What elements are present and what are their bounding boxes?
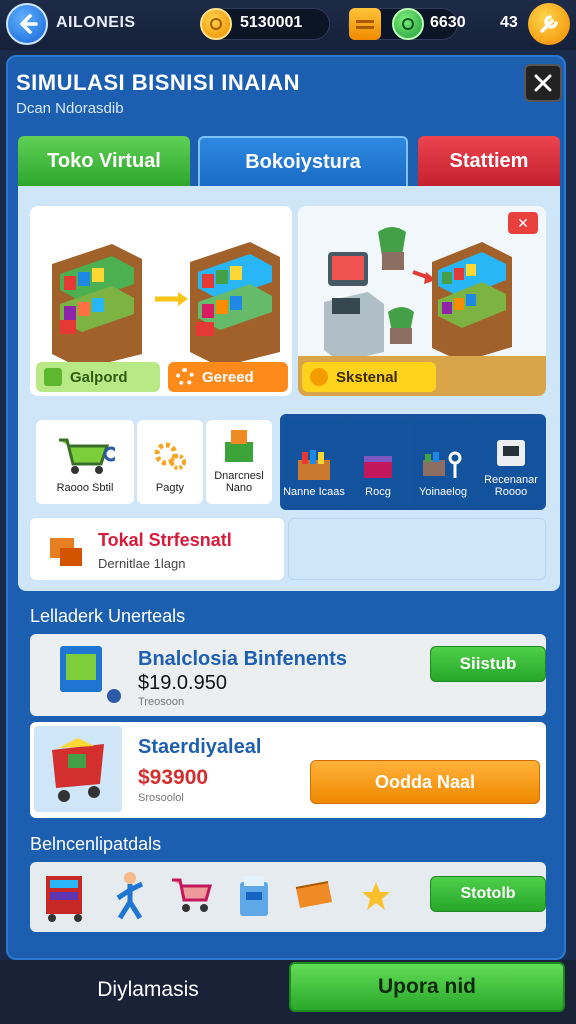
item-label-2: Pagty <box>155 482 185 494</box>
bottom-primary-button[interactable]: Upora nid <box>289 962 565 1012</box>
wrench-icon <box>540 15 558 33</box>
level-value: 43 <box>500 14 518 31</box>
item-card-3[interactable]: Dnarcnesl Nano <box>206 420 272 504</box>
row1-button[interactable]: Siistub <box>430 646 546 682</box>
gears-icon <box>154 442 186 470</box>
dark-item-3[interactable]: Yoinaelog <box>410 418 476 508</box>
box-icon <box>225 430 253 462</box>
leaderboard-row-1: Bnalclosia Binfenents $19.0.950 Treosoon… <box>30 634 546 716</box>
dark-item-label-2: Rocg <box>365 486 391 498</box>
cart-icon <box>59 438 115 474</box>
dark-item-4[interactable]: Recenanar Roooo <box>478 418 544 508</box>
row2-thumb <box>34 726 122 812</box>
dark-item-1[interactable]: Nanne Icaas <box>282 418 346 508</box>
register-small-icon <box>240 876 268 916</box>
scanner-icon <box>497 440 525 466</box>
close-icon <box>534 74 552 92</box>
monitor-icon <box>60 646 121 703</box>
dark-item-label-4: Recenanar Roooo <box>484 474 538 498</box>
row1-title: Bnalclosia Binfenents <box>138 648 347 670</box>
tools-icon <box>423 451 462 478</box>
belnscen-heading: Belncenlipatdals <box>30 834 162 854</box>
cart-small-icon <box>172 878 212 912</box>
total-title: Tokal Strfesnatl <box>98 530 232 550</box>
belnscen-button[interactable]: Stotolb <box>430 876 546 912</box>
item-label-1: Raooo Sbtil <box>56 482 114 494</box>
row2-title: Staerdiyaleal <box>138 736 262 758</box>
dark-item-label-3: Yoinaelog <box>419 486 467 498</box>
page-subtitle: Dcan Ndorasdib <box>16 100 124 117</box>
app-name: AILONEIS <box>56 14 136 31</box>
skstenal-label: Skstenal <box>336 368 398 386</box>
row2-note: Srosoolol <box>138 792 184 804</box>
store-card-right: ✕ Skstenal <box>298 206 546 396</box>
leaf-icon <box>44 368 62 386</box>
crate-icon <box>298 450 330 480</box>
total-subtitle: Dernitlae 1lagn <box>98 556 186 571</box>
row2-price: $93900 <box>138 766 209 789</box>
crate-small-icon <box>295 881 332 908</box>
top-bar: AILONEIS 5130001 6630 43 <box>0 0 576 50</box>
close-button[interactable] <box>524 64 562 102</box>
page-title: SIMULASI BISNISI INAIAN <box>16 70 301 95</box>
galpord-label: Galpord <box>70 368 128 386</box>
item-card-1[interactable]: Raooo Sbtil <box>36 420 134 504</box>
item-card-2[interactable]: Pagty <box>137 420 203 504</box>
worker-icon <box>116 872 144 920</box>
back-button[interactable] <box>6 3 48 45</box>
tickets-value: 6630 <box>430 14 466 31</box>
tab-toko-virtual[interactable]: Toko Virtual <box>18 136 190 186</box>
leaderboard-heading: Lelladerk Unerteals <box>30 606 186 626</box>
shelf-cart-icon <box>46 876 82 922</box>
tab-stattiem[interactable]: Stattiem <box>418 136 560 186</box>
row2-button[interactable]: Oodda Naal <box>310 760 540 804</box>
star-icon <box>362 882 390 910</box>
store-card-left: Galpord Gereed <box>30 206 292 396</box>
chest-icon[interactable] <box>349 8 381 40</box>
empty-slot <box>288 518 546 580</box>
gear-icon <box>176 368 194 386</box>
belnscen-row: Stotolb <box>30 862 546 932</box>
bottom-left-button[interactable]: Diylamasis <box>0 966 296 1014</box>
coin-icon <box>200 8 232 40</box>
register-illustration-icon <box>324 227 512 362</box>
star-badge-icon <box>310 368 328 386</box>
settings-button[interactable] <box>528 3 570 45</box>
total-card[interactable]: Tokal Strfesnatl Dernitlae 1lagn <box>30 518 284 580</box>
package-icon <box>364 456 392 478</box>
dark-item-2[interactable]: Rocg <box>348 418 408 508</box>
row1-note: Treosoon <box>138 696 185 708</box>
boxes-icon <box>50 538 82 566</box>
tab-bokoiystura[interactable]: Bokoiystura <box>198 136 408 186</box>
shelf-illustration-icon <box>52 242 280 364</box>
row1-price: $19.0.950 <box>138 672 227 694</box>
leaderboard-row-2: Staerdiyaleal $93900 Srosoolol Oodda Naa… <box>30 722 546 818</box>
back-arrow-icon <box>20 14 38 34</box>
gereed-label: Gereed <box>202 368 254 386</box>
red-cart-icon <box>52 738 104 802</box>
dark-item-label-1: Nanne Icaas <box>283 486 345 498</box>
gem-icon <box>392 8 424 40</box>
item-label-3: Dnarcnesl Nano <box>214 470 264 494</box>
coins-value: 5130001 <box>240 14 303 31</box>
